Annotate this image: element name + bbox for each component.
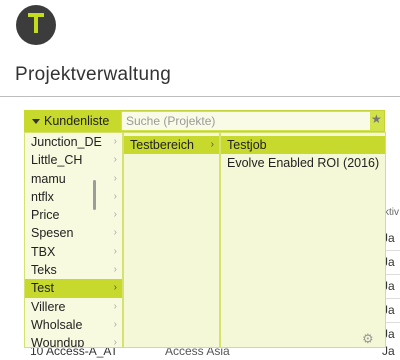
chevron-right-icon: ›: [113, 154, 117, 166]
customer-item[interactable]: Wholsale ›: [25, 316, 122, 334]
chevron-right-icon: ›: [113, 190, 117, 202]
customer-item-selected[interactable]: Test ›: [25, 279, 122, 298]
customer-item[interactable]: Spesen ›: [25, 224, 122, 242]
chevron-right-icon: ›: [113, 264, 117, 276]
bg-column-header: ktiv: [384, 207, 399, 218]
customer-item[interactable]: TBX ›: [25, 243, 122, 261]
chevron-right-icon: ›: [113, 337, 117, 348]
customer-scrollbar[interactable]: [93, 180, 96, 210]
chevron-right-icon: ›: [113, 227, 117, 239]
area-item-selected[interactable]: Testbereich ›: [124, 136, 219, 155]
header-divider: [0, 96, 400, 97]
chevron-right-icon: ›: [113, 172, 117, 184]
job-column[interactable]: Testjob Evolve Enabled ROI (2016): [220, 132, 386, 348]
customer-item[interactable]: Woundup ›: [25, 334, 122, 348]
chevron-right-icon: ›: [113, 136, 117, 147]
customer-item[interactable]: Villere ›: [25, 298, 122, 316]
job-item[interactable]: Evolve Enabled ROI (2016): [221, 154, 385, 172]
chevron-right-icon: ›: [113, 318, 117, 330]
page-title: Projektverwaltung: [15, 64, 172, 85]
customer-item[interactable]: mamu ›: [25, 170, 122, 188]
customer-item[interactable]: Teks ›: [25, 261, 122, 279]
chevron-right-icon: ›: [210, 139, 214, 150]
customer-item[interactable]: Price ›: [25, 206, 122, 224]
area-column[interactable]: Testbereich ›: [123, 132, 220, 348]
star-icon[interactable]: ★: [371, 112, 382, 126]
customer-item[interactable]: ntflx ›: [25, 188, 122, 206]
job-item-selected[interactable]: Testjob: [221, 136, 385, 155]
chevron-right-icon: ›: [113, 209, 117, 221]
gear-icon[interactable]: ⚙: [362, 331, 374, 347]
caret-down-icon: [32, 119, 40, 125]
chevron-right-icon: ›: [113, 282, 117, 294]
chevron-right-icon: ›: [113, 300, 117, 312]
customer-column[interactable]: Junction_DE › Little_CH › mamu › ntflx › Pri…: [24, 132, 123, 348]
t-logo-icon-stem: [34, 13, 38, 33]
customer-list-dropdown[interactable]: Kundenliste: [24, 110, 121, 132]
chevron-right-icon: ›: [113, 245, 117, 257]
dropdown-label: Kundenliste: [44, 114, 110, 128]
customer-item[interactable]: Junction_DE ›: [25, 133, 122, 151]
customer-item[interactable]: Little_CH ›: [25, 151, 122, 169]
project-search-input[interactable]: [122, 112, 370, 130]
